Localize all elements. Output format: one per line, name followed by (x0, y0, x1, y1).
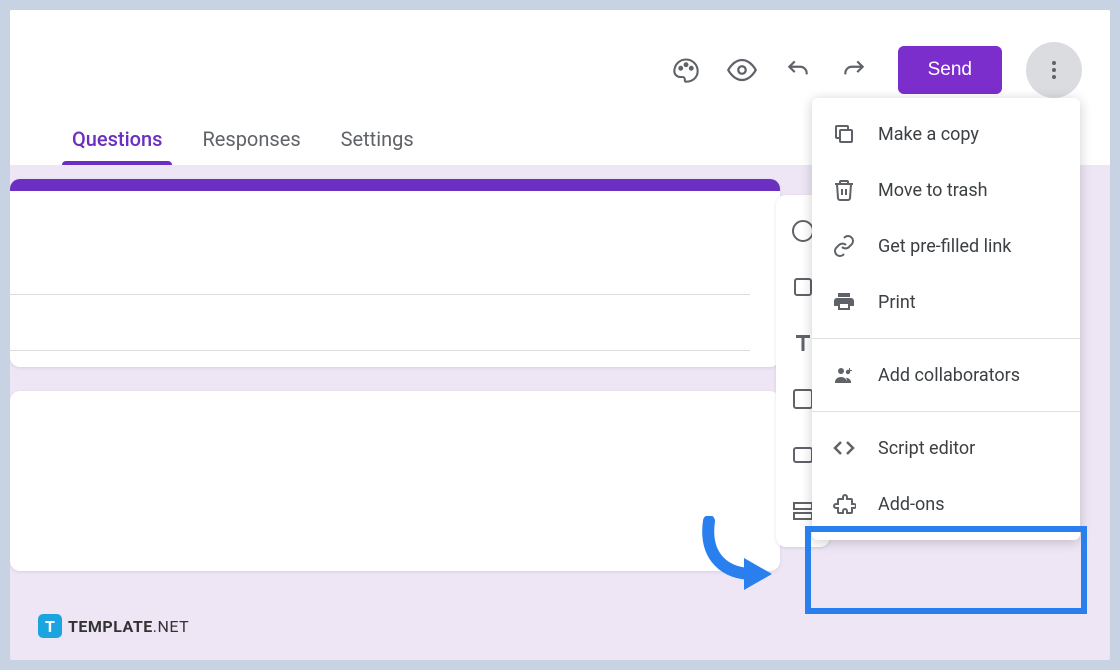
copy-icon (832, 122, 856, 146)
pointer-arrow (684, 516, 784, 606)
people-icon (832, 363, 856, 387)
menu-script-editor[interactable]: Script editor (812, 420, 1080, 476)
menu-divider (812, 411, 1080, 412)
footer-logo: T TEMPLATE.NET (38, 614, 189, 638)
logo-badge-icon: T (38, 614, 62, 638)
print-icon (832, 290, 856, 314)
form-question-card[interactable] (10, 391, 780, 571)
tabs: Questions Responses Settings (66, 115, 420, 165)
app-frame: Send Questions Responses Settings (10, 10, 1110, 660)
code-icon (832, 436, 856, 460)
tab-settings[interactable]: Settings (335, 115, 420, 165)
menu-label: Add collaborators (878, 365, 1020, 386)
title-line (10, 239, 750, 295)
desc-line (10, 295, 750, 351)
menu-divider (812, 338, 1080, 339)
more-button[interactable] (1026, 42, 1082, 98)
tab-responses[interactable]: Responses (196, 115, 306, 165)
logo-brand: TEMPLATE (68, 617, 153, 636)
menu-label: Print (878, 292, 916, 313)
send-button[interactable]: Send (898, 46, 1002, 94)
toolbar: Send (664, 42, 1082, 98)
undo-icon[interactable] (776, 48, 820, 92)
menu-label: Script editor (878, 438, 975, 459)
more-menu: Make a copy Move to trash Get pre-filled… (812, 98, 1080, 540)
menu-collaborators[interactable]: Add collaborators (812, 347, 1080, 403)
customize-theme-icon[interactable] (664, 48, 708, 92)
menu-label: Add-ons (878, 494, 945, 515)
menu-print[interactable]: Print (812, 274, 1080, 330)
menu-addons[interactable]: Add-ons (812, 476, 1080, 532)
menu-label: Make a copy (878, 124, 979, 145)
form-header-card[interactable] (10, 179, 780, 367)
menu-label: Move to trash (878, 180, 988, 201)
link-icon (832, 234, 856, 258)
preview-icon[interactable] (720, 48, 764, 92)
menu-move-trash[interactable]: Move to trash (812, 162, 1080, 218)
menu-prefilled-link[interactable]: Get pre-filled link (812, 218, 1080, 274)
logo-tld: .NET (153, 617, 189, 636)
logo-text: TEMPLATE.NET (68, 617, 189, 636)
extension-icon (832, 492, 856, 516)
menu-make-copy[interactable]: Make a copy (812, 106, 1080, 162)
menu-label: Get pre-filled link (878, 236, 1011, 257)
redo-icon[interactable] (832, 48, 876, 92)
trash-icon (832, 178, 856, 202)
tab-questions[interactable]: Questions (66, 115, 168, 165)
